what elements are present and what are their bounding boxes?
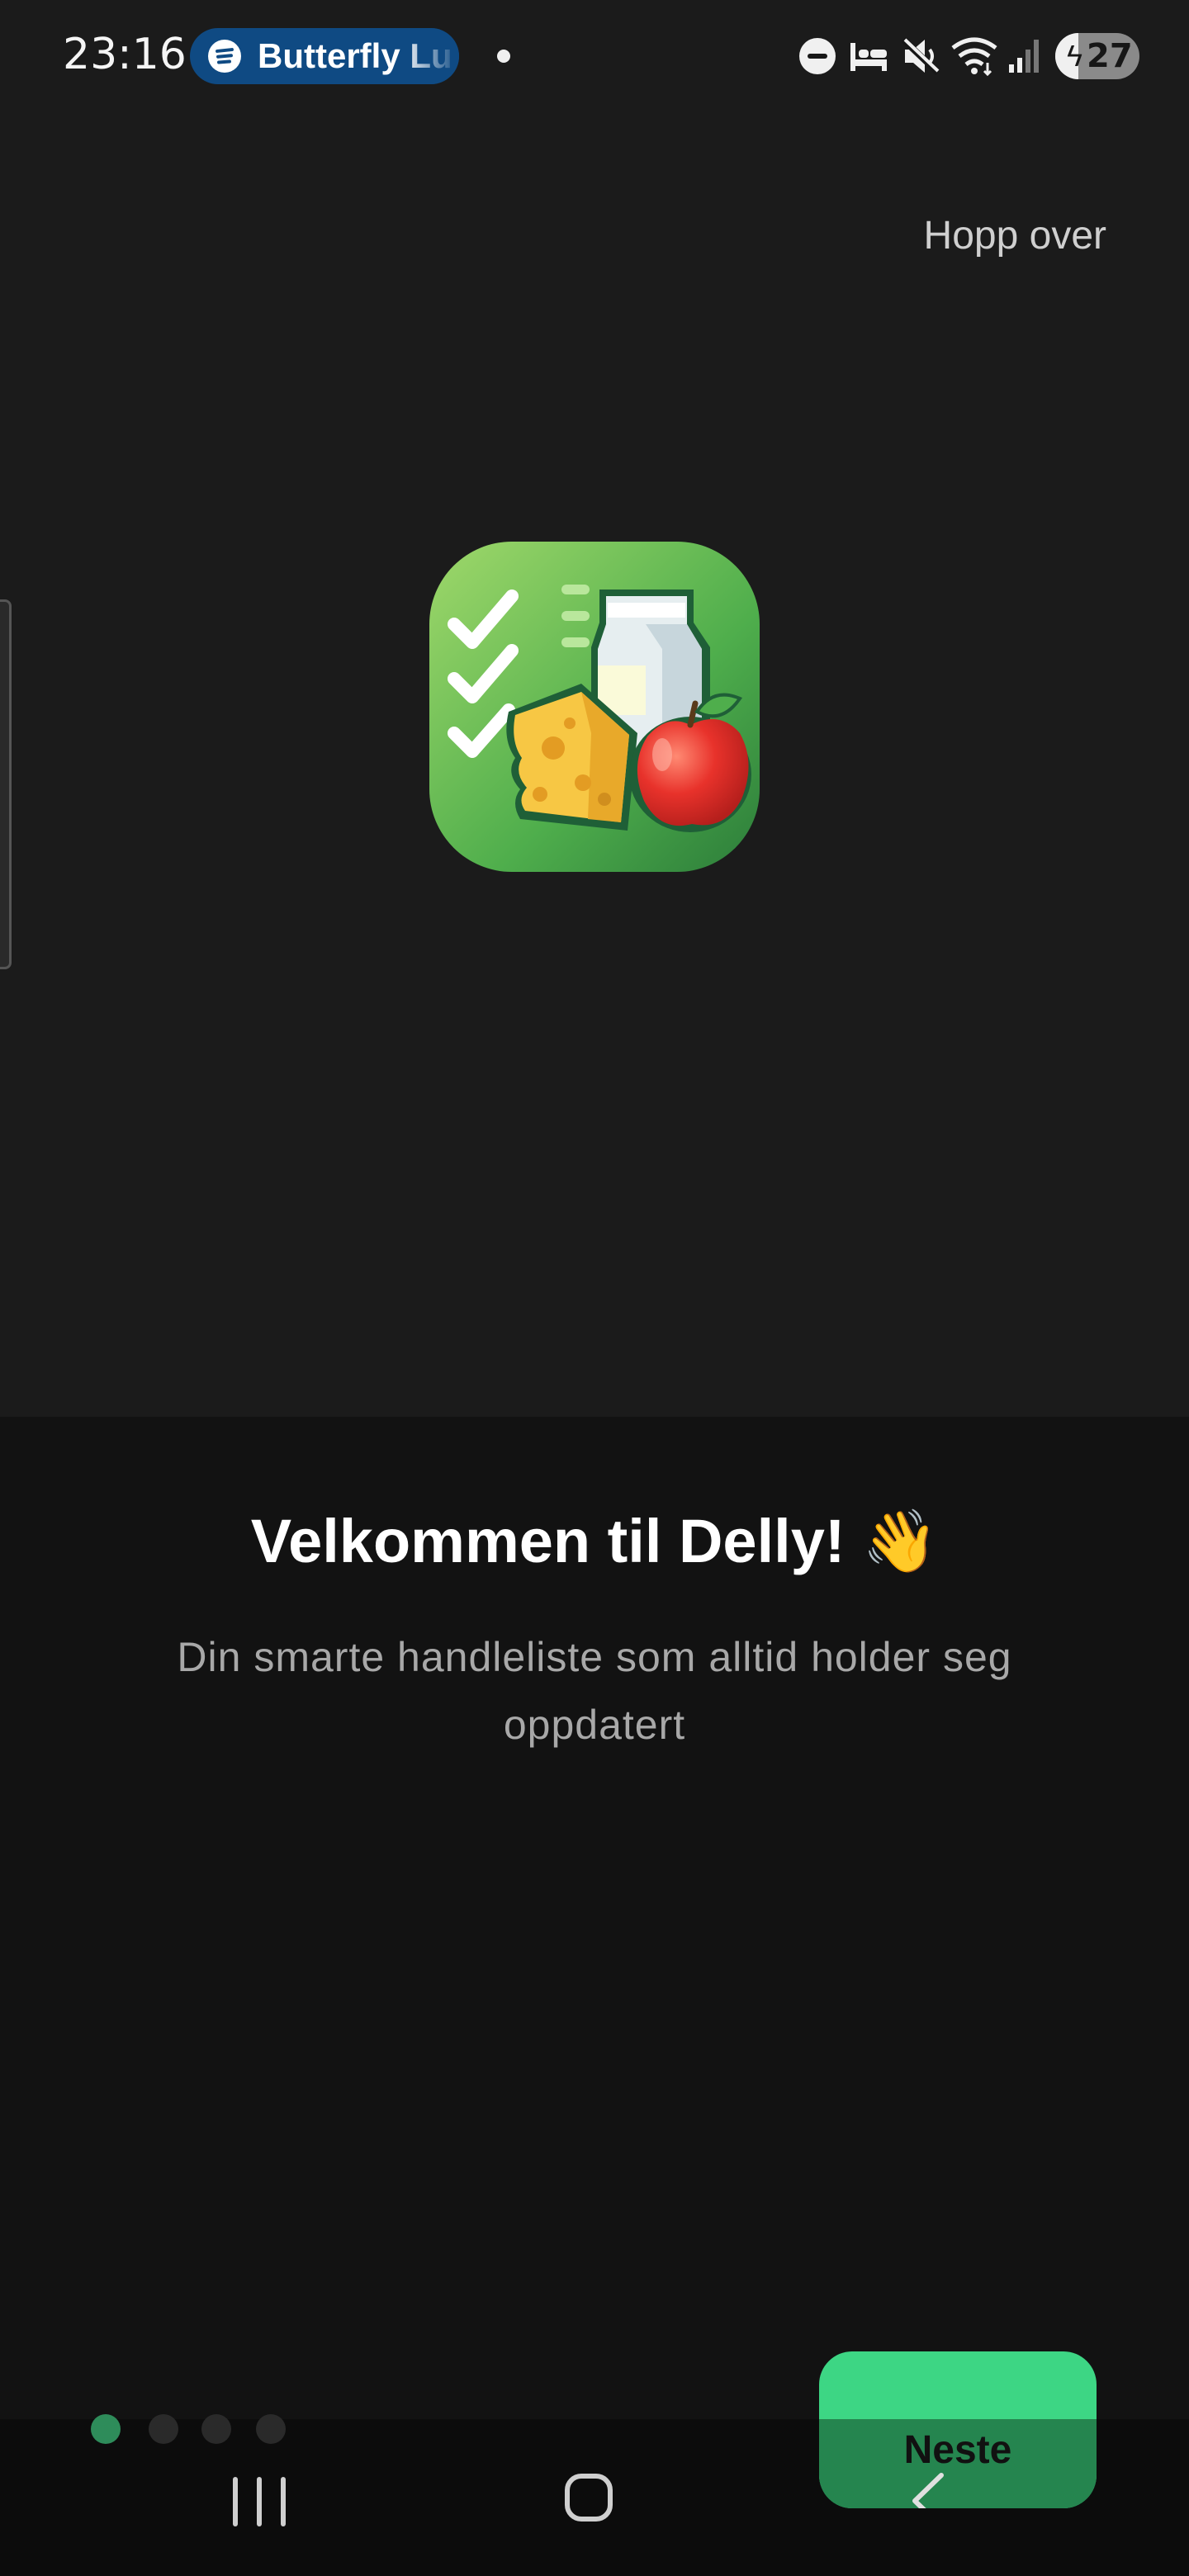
charging-bolt-icon: ϟ	[1067, 39, 1083, 73]
page-dot-4	[256, 2414, 286, 2444]
home-icon[interactable]	[565, 2474, 613, 2522]
next-button[interactable]: Neste	[819, 2351, 1097, 2508]
do-not-disturb-icon	[799, 38, 836, 74]
notification-dot	[497, 50, 510, 63]
welcome-subtitle: Din smarte handleliste som alltid holder…	[177, 1634, 1012, 1748]
sleep-mode-icon	[850, 43, 887, 71]
page-dot-2	[149, 2414, 178, 2444]
battery-charging-icon: ϟ 27	[1055, 33, 1139, 79]
skip-button[interactable]: Hopp over	[924, 213, 1106, 258]
back-icon[interactable]	[905, 2472, 955, 2508]
grocery-app-icon	[429, 542, 760, 872]
status-bar: 23:16 Butterfly Lu ϟ 27	[0, 0, 1189, 112]
next-button-label: Neste	[903, 2428, 1012, 2472]
signal-icon	[1009, 40, 1039, 73]
recents-icon[interactable]	[233, 2477, 286, 2526]
status-time: 23:16	[63, 30, 187, 79]
media-fade	[401, 28, 459, 84]
welcome-title: Velkommen til Delly! 👋	[250, 1507, 939, 1575]
mute-icon	[902, 37, 940, 75]
media-pill[interactable]: Butterfly Lu	[190, 28, 459, 84]
wifi-icon	[951, 37, 997, 77]
page-dot-3	[201, 2414, 231, 2444]
edge-panel-handle[interactable]	[0, 599, 12, 969]
battery-level: 27	[1087, 37, 1133, 75]
page-dot-1	[91, 2414, 121, 2444]
spotify-icon	[208, 40, 241, 73]
